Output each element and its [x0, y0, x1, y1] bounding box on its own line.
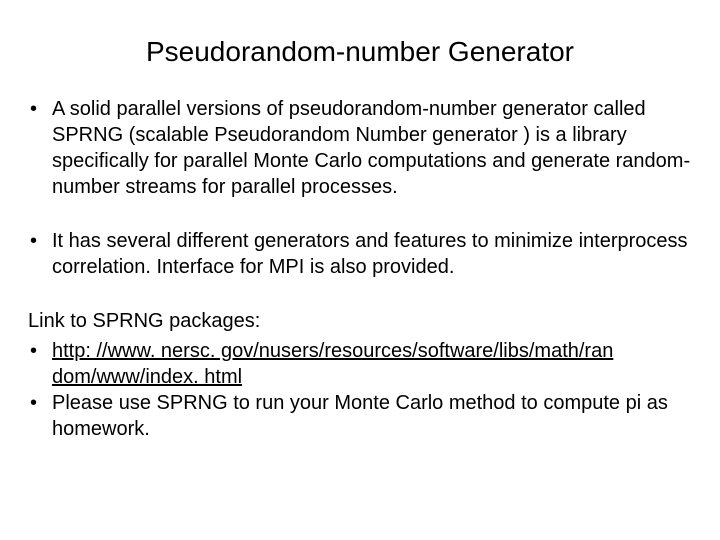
bullet-dot: •	[28, 338, 52, 364]
sprng-link-cont[interactable]: dom/www/index. html	[52, 366, 242, 388]
bullet-homework: • Please use SPRNG to run your Monte Car…	[28, 390, 692, 442]
bullet-dot: •	[28, 228, 52, 254]
bullet-1: • A solid parallel versions of pseudoran…	[28, 96, 692, 200]
slide-title: Pseudorandom-number Generator	[28, 36, 692, 68]
bullet-text-1: A solid parallel versions of pseudorando…	[52, 96, 692, 200]
bullet-text-2: It has several different generators and …	[52, 228, 692, 280]
homework-text: Please use SPRNG to run your Monte Carlo…	[52, 390, 692, 442]
bullet-dot: •	[28, 390, 52, 416]
bullet-2: • It has several different generators an…	[28, 228, 692, 280]
sprng-link[interactable]: http: //www. nersc. gov/nusers/resources…	[52, 340, 613, 362]
link-label: Link to SPRNG packages:	[28, 308, 692, 334]
bullet-link: • http: //www. nersc. gov/nusers/resourc…	[28, 338, 692, 390]
bullet-dot: •	[28, 96, 52, 122]
